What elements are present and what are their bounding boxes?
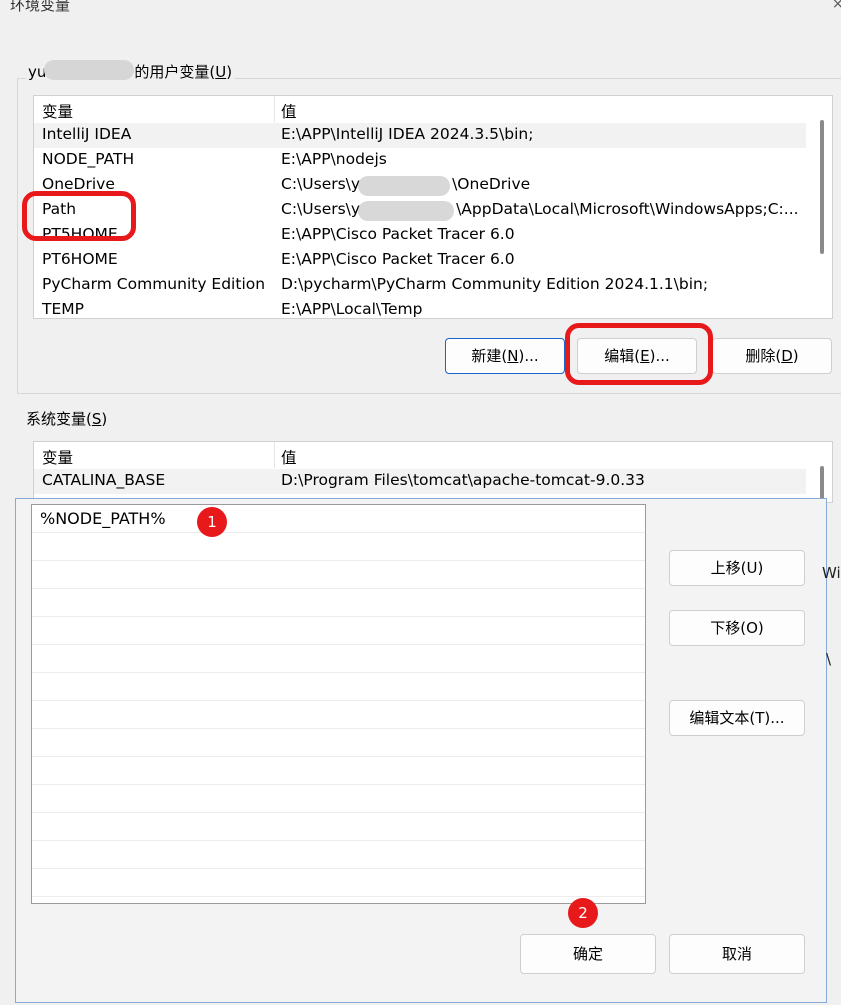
var-value: E:\APP\Cisco Packet Tracer 6.0 xyxy=(281,225,515,243)
list-item[interactable] xyxy=(32,841,645,869)
list-item[interactable] xyxy=(32,673,645,701)
column-header-value[interactable]: 值 xyxy=(281,100,297,122)
var-name: PyCharm Community Edition xyxy=(42,275,266,293)
list-item[interactable] xyxy=(32,785,645,813)
var-value: E:\APP\IntelliJ IDEA 2024.3.5\bin; xyxy=(281,125,534,143)
move-up-button[interactable]: 上移(U) xyxy=(669,550,805,586)
var-value: D:\pycharm\PyCharm Community Edition 202… xyxy=(281,275,709,293)
step-badge-2: 2 xyxy=(568,898,598,928)
list-item[interactable] xyxy=(32,617,645,645)
system-variables-label: 系统变量(S) xyxy=(26,410,108,428)
ok-button[interactable]: 确定 xyxy=(520,934,656,974)
list-item[interactable] xyxy=(32,533,645,561)
var-name: IntelliJ IDEA xyxy=(42,125,132,143)
var-name: PT6HOME xyxy=(42,250,118,268)
vertical-scrollbar[interactable] xyxy=(820,120,824,254)
list-item[interactable] xyxy=(32,729,645,757)
list-item[interactable]: %NODE_PATH% xyxy=(32,505,645,533)
list-item[interactable] xyxy=(32,869,645,897)
list-item[interactable] xyxy=(32,701,645,729)
list-item[interactable] xyxy=(32,645,645,673)
move-down-button[interactable]: 下移(O) xyxy=(669,610,805,646)
table-row[interactable]: CATALINA_BASE D:\Program Files\tomcat\ap… xyxy=(34,469,806,494)
redacted-path-segment xyxy=(358,176,450,196)
list-item[interactable] xyxy=(32,757,645,785)
background-window-fragment: \ xyxy=(826,650,832,668)
list-header: 变量 值 xyxy=(34,96,832,122)
highlight-edit-annotation xyxy=(565,323,713,385)
step-badge-1: 1 xyxy=(197,507,227,537)
table-row[interactable]: PT5HOME E:\APP\Cisco Packet Tracer 6.0 xyxy=(34,223,806,248)
list-item[interactable] xyxy=(32,813,645,841)
column-header-value[interactable]: 值 xyxy=(281,446,297,468)
close-icon[interactable]: × xyxy=(832,0,841,12)
table-row[interactable]: PyCharm Community Edition D:\pycharm\PyC… xyxy=(34,273,806,298)
table-row[interactable]: PT6HOME E:\APP\Cisco Packet Tracer 6.0 xyxy=(34,248,806,273)
list-header: 变量 值 xyxy=(34,442,832,468)
highlight-path-annotation xyxy=(22,191,136,241)
edit-text-button[interactable]: 编辑文本(T)... xyxy=(669,700,805,736)
column-header-variable[interactable]: 变量 xyxy=(42,100,73,122)
system-variables-list[interactable]: 变量 值 CATALINA_BASE D:\Program Files\tomc… xyxy=(33,441,833,503)
var-name: NODE_PATH xyxy=(42,150,135,168)
var-value: E:\APP\nodejs xyxy=(281,150,387,168)
dialog-title: 环境变量 xyxy=(10,0,71,14)
path-entries-list[interactable]: %NODE_PATH% xyxy=(31,504,646,904)
background-window-fragment: Wi xyxy=(822,564,841,582)
delete-button[interactable]: 删除(D) xyxy=(712,338,832,374)
redacted-path-segment xyxy=(358,201,454,221)
table-row[interactable]: TEMP E:\APP\Local\Temp xyxy=(34,298,806,318)
table-row[interactable]: IntelliJ IDEA E:\APP\IntelliJ IDEA 2024.… xyxy=(34,123,806,148)
list-item[interactable] xyxy=(32,561,645,589)
var-value: E:\APP\Cisco Packet Tracer 6.0 xyxy=(281,250,515,268)
var-value: D:\Program Files\tomcat\apache-tomcat-9.… xyxy=(281,471,645,489)
list-item[interactable] xyxy=(32,589,645,617)
column-header-variable[interactable]: 变量 xyxy=(42,446,73,468)
cancel-button[interactable]: 取消 xyxy=(669,934,805,974)
redacted-username xyxy=(44,60,134,80)
var-value: E:\APP\Local\Temp xyxy=(281,300,423,318)
new-button[interactable]: 新建(N)... xyxy=(445,338,565,374)
table-row[interactable]: NODE_PATH E:\APP\nodejs xyxy=(34,148,806,173)
var-name: CATALINA_BASE xyxy=(42,471,166,489)
path-entry-text: %NODE_PATH% xyxy=(40,509,166,528)
var-name: TEMP xyxy=(42,300,84,318)
